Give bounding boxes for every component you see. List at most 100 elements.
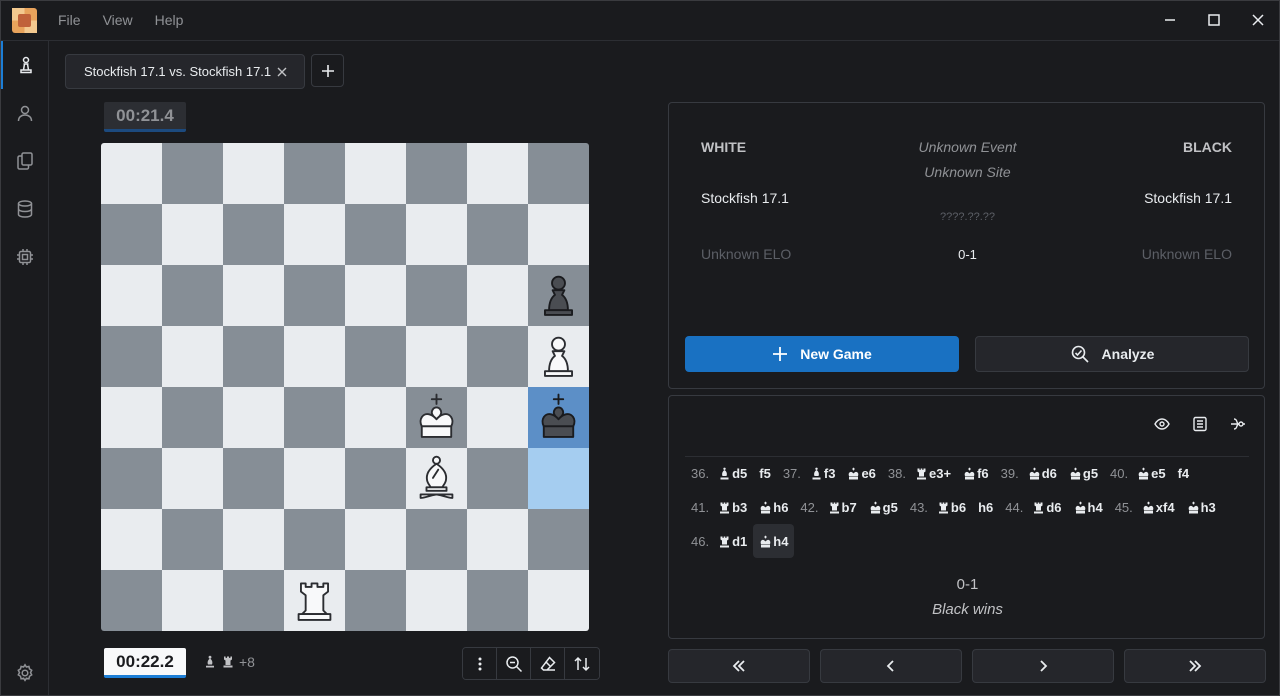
square-g8[interactable] <box>467 143 528 204</box>
next-move-button[interactable] <box>972 649 1114 683</box>
square-a3[interactable] <box>101 448 162 509</box>
square-b5[interactable] <box>162 326 223 387</box>
tab-game[interactable]: Stockfish 17.1 vs. Stockfish 17.1 <box>65 54 305 89</box>
square-a5[interactable] <box>101 326 162 387</box>
white-move[interactable]: d6 <box>1022 456 1063 490</box>
square-g1[interactable] <box>467 570 528 631</box>
square-e3[interactable] <box>345 448 406 509</box>
square-h8[interactable] <box>528 143 589 204</box>
square-h5[interactable] <box>528 326 589 387</box>
black-player-name[interactable]: Stockfish 17.1 <box>1144 190 1232 206</box>
add-tab-button[interactable] <box>311 54 344 87</box>
black-pawn-piece[interactable] <box>532 269 585 322</box>
black-move[interactable]: g5 <box>1063 456 1104 490</box>
square-g5[interactable] <box>467 326 528 387</box>
square-e4[interactable] <box>345 387 406 448</box>
white-move[interactable]: b3 <box>712 490 753 524</box>
square-b1[interactable] <box>162 570 223 631</box>
square-b6[interactable] <box>162 265 223 326</box>
square-g3[interactable] <box>467 448 528 509</box>
black-move[interactable]: g5 <box>863 490 904 524</box>
square-f2[interactable] <box>406 509 467 570</box>
square-f5[interactable] <box>406 326 467 387</box>
square-f8[interactable] <box>406 143 467 204</box>
previous-move-button[interactable] <box>820 649 962 683</box>
black-move[interactable]: f6 <box>957 456 995 490</box>
square-h6[interactable] <box>528 265 589 326</box>
square-c7[interactable] <box>223 204 284 265</box>
square-d1[interactable] <box>284 570 345 631</box>
new-game-button[interactable]: New Game <box>685 336 959 372</box>
white-move[interactable]: f3 <box>804 456 842 490</box>
square-d4[interactable] <box>284 387 345 448</box>
white-move[interactable]: b7 <box>822 490 863 524</box>
square-d8[interactable] <box>284 143 345 204</box>
black-move[interactable]: f5 <box>753 456 777 490</box>
list-icon[interactable] <box>1192 416 1208 432</box>
white-move[interactable]: xf4 <box>1136 490 1181 524</box>
square-c6[interactable] <box>223 265 284 326</box>
square-h4[interactable] <box>528 387 589 448</box>
square-e7[interactable] <box>345 204 406 265</box>
analyze-button[interactable]: Analyze <box>975 336 1249 372</box>
black-move[interactable]: e6 <box>841 456 881 490</box>
square-b3[interactable] <box>162 448 223 509</box>
square-f7[interactable] <box>406 204 467 265</box>
black-move[interactable]: h6 <box>753 490 794 524</box>
square-d3[interactable] <box>284 448 345 509</box>
square-e5[interactable] <box>345 326 406 387</box>
square-h3[interactable] <box>528 448 589 509</box>
white-move[interactable]: b6 <box>931 490 972 524</box>
menu-file[interactable]: File <box>47 12 92 28</box>
black-move[interactable]: h3 <box>1181 490 1222 524</box>
square-f1[interactable] <box>406 570 467 631</box>
last-move-button[interactable] <box>1124 649 1266 683</box>
square-a7[interactable] <box>101 204 162 265</box>
white-move[interactable]: d6 <box>1026 490 1067 524</box>
black-move[interactable]: f4 <box>1172 456 1196 490</box>
sidebar-item-database[interactable] <box>1 185 49 233</box>
square-f4[interactable] <box>406 387 467 448</box>
white-move[interactable]: e5 <box>1131 456 1171 490</box>
close-tab-icon[interactable] <box>274 64 290 80</box>
chess-board[interactable] <box>101 143 589 631</box>
square-e8[interactable] <box>345 143 406 204</box>
square-h7[interactable] <box>528 204 589 265</box>
game-result-select[interactable]: 0-1 <box>669 247 1266 262</box>
square-c3[interactable] <box>223 448 284 509</box>
square-h2[interactable] <box>528 509 589 570</box>
black-move[interactable]: h4 <box>1068 490 1109 524</box>
sidebar-item-files[interactable] <box>1 137 49 185</box>
square-a4[interactable] <box>101 387 162 448</box>
square-a2[interactable] <box>101 509 162 570</box>
minimize-button[interactable] <box>1147 1 1193 39</box>
first-move-button[interactable] <box>668 649 810 683</box>
square-g2[interactable] <box>467 509 528 570</box>
eraser-button[interactable] <box>531 648 565 679</box>
square-e6[interactable] <box>345 265 406 326</box>
maximize-button[interactable] <box>1191 1 1237 39</box>
game-date[interactable]: ????.??.?? <box>669 211 1266 223</box>
zoom-button[interactable] <box>497 648 531 679</box>
menu-help[interactable]: Help <box>144 12 195 28</box>
square-f3[interactable] <box>406 448 467 509</box>
square-f6[interactable] <box>406 265 467 326</box>
white-king-piece[interactable] <box>410 391 463 444</box>
close-window-button[interactable] <box>1235 1 1280 39</box>
white-player-name[interactable]: Stockfish 17.1 <box>701 190 789 206</box>
white-move[interactable]: d5 <box>712 456 753 490</box>
flip-board-button[interactable] <box>565 648 599 679</box>
square-b4[interactable] <box>162 387 223 448</box>
square-a8[interactable] <box>101 143 162 204</box>
square-d6[interactable] <box>284 265 345 326</box>
square-e2[interactable] <box>345 509 406 570</box>
square-b2[interactable] <box>162 509 223 570</box>
sidebar-item-settings[interactable] <box>1 649 49 696</box>
square-c2[interactable] <box>223 509 284 570</box>
white-pawn-piece[interactable] <box>532 330 585 383</box>
more-options-button[interactable] <box>463 648 497 679</box>
square-g4[interactable] <box>467 387 528 448</box>
black-king-piece[interactable] <box>532 391 585 444</box>
square-b8[interactable] <box>162 143 223 204</box>
sidebar-item-engines[interactable] <box>1 233 49 281</box>
